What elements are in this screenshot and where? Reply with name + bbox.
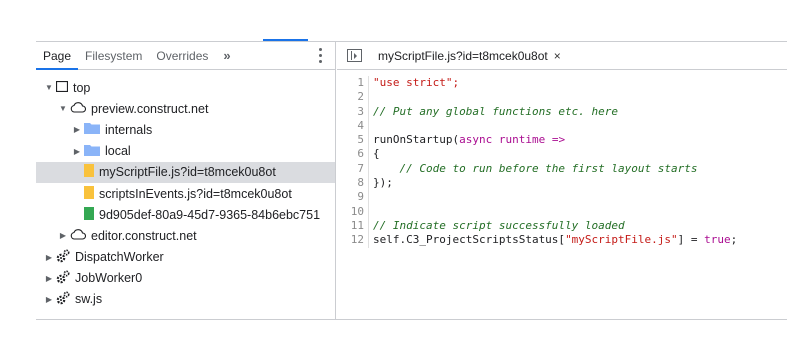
file-tab-label: myScriptFile.js?id=t8mcek0u8ot [378, 48, 548, 63]
script-file-icon [84, 164, 94, 180]
line-number: 4 [337, 118, 369, 134]
line-number: 12 [337, 233, 369, 248]
line-text: }); [373, 176, 393, 190]
tab-overrides[interactable]: Overrides [149, 42, 215, 70]
line-number: 6 [337, 147, 369, 162]
tree-item-label: top [73, 80, 91, 95]
tree-item-label: 9d905def-80a9-45d7-9365-84b6ebc751 [99, 207, 321, 222]
tree-item-label: sw.js [75, 292, 103, 307]
editor-pane: myScriptFile.js?id=t8mcek0u8ot × 1 "use s… [337, 42, 787, 319]
line-number: 1 [337, 76, 369, 91]
folder-icon [84, 144, 100, 159]
code-line: 1 "use strict"; [337, 76, 787, 91]
line-text: self.C3_ProjectScriptsStatus["myScriptFi… [373, 233, 738, 247]
line-text: runOnStartup(async runtime => [373, 133, 566, 147]
tab-myscriptfile[interactable]: myScriptFile.js?id=t8mcek0u8ot × [374, 42, 565, 70]
gear-icon [56, 291, 70, 308]
line-text: "use strict"; [373, 76, 460, 89]
line-text: // Put any global functions etc. here [373, 104, 619, 118]
code-line: 2 [337, 90, 787, 105]
expand-arrow-icon[interactable]: ▼ [44, 83, 54, 92]
tree-item-label: scriptsInEvents.js?id=t8mcek0u8ot [99, 186, 292, 201]
code-line: 8}); [337, 176, 787, 191]
collapse-arrow-icon[interactable]: ▶ [58, 231, 68, 240]
line-number: 8 [337, 176, 369, 191]
cloud-icon [70, 101, 86, 116]
file-tree: ▼ top ▼ preview.construct.net ▶ internal… [36, 70, 335, 310]
line-text: // Code to run before the first layout s… [373, 161, 698, 175]
tree-item-label: myScriptFile.js?id=t8mcek0u8ot [99, 165, 276, 180]
tree-item-label: preview.construct.net [91, 101, 209, 116]
frame-icon [55, 80, 69, 95]
line-text: { [373, 147, 380, 161]
code-line: 7 // Code to run before the first layout… [337, 161, 787, 177]
code-line: 4 [337, 118, 787, 134]
line-number: 9 [337, 190, 369, 205]
tree-item-myscriptfile[interactable]: myScriptFile.js?id=t8mcek0u8ot [36, 161, 335, 183]
code-editor[interactable]: 1 "use strict"; 2 3 // Put any global func… [337, 70, 787, 248]
gear-icon [56, 249, 70, 266]
line-number: 2 [337, 90, 369, 105]
tree-item-top[interactable]: ▼ top [36, 77, 335, 98]
tree-item-label: editor.construct.net [91, 228, 197, 243]
editor-tabs: myScriptFile.js?id=t8mcek0u8ot × [337, 42, 787, 70]
tree-item-dispatchworker[interactable]: ▶ DispatchWorker [36, 247, 335, 268]
close-icon[interactable]: × [554, 49, 561, 63]
line-text: // Indicate script successfully loaded [373, 218, 625, 232]
collapse-arrow-icon[interactable]: ▶ [44, 253, 54, 262]
code-line: 6{ [337, 147, 787, 162]
cloud-icon [70, 229, 86, 243]
script-file-icon [84, 185, 94, 202]
collapse-arrow-icon[interactable]: ▶ [72, 147, 82, 156]
devtools-sources-panel: Page Filesystem Overrides » ▼ top ▼ prev… [36, 41, 787, 320]
collapse-arrow-icon[interactable]: ▶ [44, 295, 54, 304]
tree-item-jobworker0[interactable]: ▶ JobWorker0 [36, 268, 335, 289]
tree-item-label: local [105, 144, 131, 159]
line-number: 5 [337, 133, 369, 148]
tree-item-preview-construct-net[interactable]: ▼ preview.construct.net [36, 98, 335, 119]
more-options-icon[interactable] [319, 48, 323, 64]
folder-icon [84, 122, 100, 137]
collapse-arrow-icon[interactable]: ▶ [44, 274, 54, 283]
tab-page[interactable]: Page [36, 42, 79, 70]
tree-item-label: internals [105, 122, 153, 137]
tab-filesystem[interactable]: Filesystem [78, 42, 149, 70]
code-line: 9 [337, 190, 787, 205]
tree-item-label: DispatchWorker [75, 250, 164, 265]
collapse-arrow-icon[interactable]: ▶ [72, 125, 82, 134]
tree-item-internals[interactable]: ▶ internals [36, 119, 335, 140]
toggle-navigator-icon[interactable] [347, 49, 362, 62]
code-line: 5 runOnStartup(async runtime => [337, 133, 787, 148]
tree-item-editor-construct-net[interactable]: ▶ editor.construct.net [36, 225, 335, 246]
navigator-tabs: Page Filesystem Overrides » [36, 42, 335, 70]
line-number: 3 [337, 104, 369, 119]
code-line: 3 // Put any global functions etc. here [337, 104, 787, 119]
line-number: 7 [337, 161, 369, 177]
line-number: 10 [337, 204, 369, 219]
tree-item-local[interactable]: ▶ local [36, 141, 335, 162]
code-line: 11 // Indicate script successfully loaded [337, 218, 787, 234]
tree-item-scriptsinevents[interactable]: scriptsInEvents.js?id=t8mcek0u8ot [36, 183, 335, 204]
tree-item-sw-js[interactable]: ▶ sw.js [36, 289, 335, 310]
line-number: 11 [337, 218, 369, 234]
code-line: 10 [337, 204, 787, 219]
expand-arrow-icon[interactable]: ▼ [58, 104, 68, 113]
more-tabs-button[interactable]: » [215, 48, 238, 63]
tree-item-document[interactable]: 9d905def-80a9-45d7-9365-84b6ebc751 [36, 204, 335, 225]
gear-icon [56, 270, 70, 287]
document-file-icon [84, 206, 94, 223]
tree-item-label: JobWorker0 [75, 271, 143, 286]
navigator-pane: Page Filesystem Overrides » ▼ top ▼ prev… [36, 42, 336, 319]
code-line: 12 self.C3_ProjectScriptsStatus["myScript… [337, 233, 787, 248]
